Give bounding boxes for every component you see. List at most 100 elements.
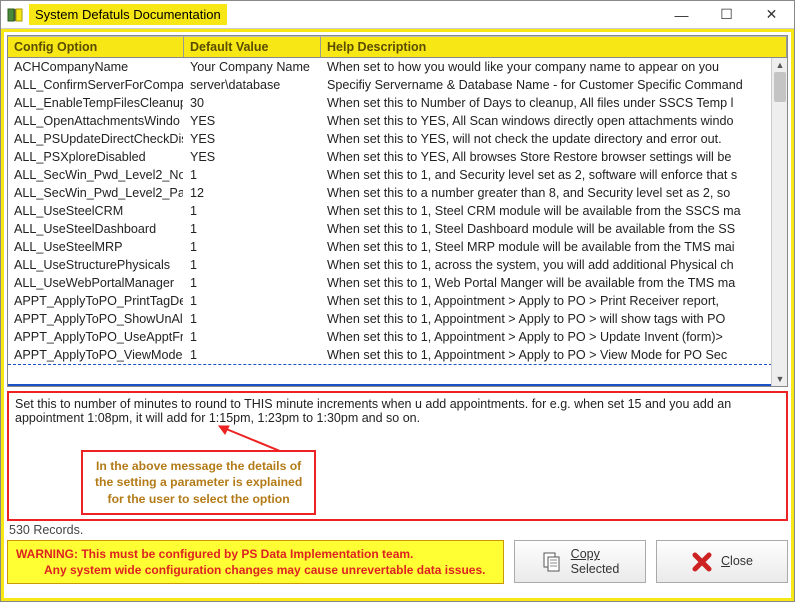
- cell: ALL_ConfirmServerForCompa: [8, 76, 184, 94]
- content-area: Config Option Default Value Help Descrip…: [1, 29, 794, 601]
- cell: ALL_UseStructurePhysicals: [8, 256, 184, 274]
- cell: YES: [184, 148, 321, 166]
- cell: 1: [184, 220, 321, 238]
- column-header-config[interactable]: Config Option: [8, 36, 184, 57]
- scroll-up-icon[interactable]: ▲: [772, 58, 788, 72]
- table-row[interactable]: ALL_UseSteelDashboard1When set this to 1…: [8, 220, 787, 238]
- copy-icon: [541, 551, 563, 573]
- warning-box: WARNING: This must be configured by PS D…: [7, 540, 504, 584]
- cell: When set this to 1, Appointment > Apply …: [321, 328, 787, 346]
- table-row[interactable]: APPT_ApplyToPO_PrintTagDe1When set this …: [8, 292, 787, 310]
- cell: When set this to 1, and Security level s…: [321, 166, 787, 184]
- cell: APPT_ApplyToPO_ViewMode: [8, 346, 184, 364]
- minimize-button[interactable]: —: [659, 1, 704, 29]
- copy-selected-button[interactable]: Copy Selected: [514, 540, 646, 583]
- cell: 12: [184, 184, 321, 202]
- warning-line2: Any system wide configuration changes ma…: [16, 562, 495, 578]
- cell: ALL_OpenAttachmentsWindo: [8, 112, 184, 130]
- annotation-line1: In the above message the details of: [95, 458, 302, 474]
- annotation-line2: the setting a parameter is explained: [95, 474, 302, 490]
- close-label: Close: [721, 554, 753, 568]
- cell: ALL_UseSteelDashboard: [8, 220, 184, 238]
- detail-text: Set this to number of minutes to round t…: [15, 397, 731, 425]
- table-row[interactable]: APPT_AppointmentTimeRoui15Set this to nu…: [8, 384, 787, 387]
- cell: When set this to 1, Web Portal Manger wi…: [321, 274, 787, 292]
- cell: When set this to YES, All Scan windows d…: [321, 112, 787, 130]
- table-row[interactable]: ACHCompanyNameYour Company NameWhen set …: [8, 58, 787, 76]
- cell: 1: [184, 310, 321, 328]
- cell: ALL_UseSteelMRP: [8, 238, 184, 256]
- cell: ALL_SecWin_Pwd_Level2_Pass: [8, 184, 184, 202]
- scroll-down-icon[interactable]: ▼: [772, 372, 788, 386]
- cell: YES: [184, 112, 321, 130]
- column-header-help[interactable]: Help Description: [321, 36, 787, 57]
- cell: Specifiy Servername & Database Name - fo…: [321, 76, 787, 94]
- cell: ALL_PSXploreDisabled: [8, 148, 184, 166]
- cell: 1: [184, 346, 321, 364]
- cell: ALL_SecWin_Pwd_Level2_No_: [8, 166, 184, 184]
- close-button[interactable]: Close: [656, 540, 788, 583]
- cell: When set this to YES, will not check the…: [321, 130, 787, 148]
- table-row[interactable]: ALL_SecWin_Pwd_Level2_Pass12When set thi…: [8, 184, 787, 202]
- cell: 1: [184, 274, 321, 292]
- table-row[interactable]: ALL_UseSteelCRM1When set this to 1, Stee…: [8, 202, 787, 220]
- cell: Set this to number of minutes to round t…: [321, 384, 787, 387]
- cell: server\database: [184, 76, 321, 94]
- table-row[interactable]: APPT_ApplyToPO_UseApptFr1When set this t…: [8, 328, 787, 346]
- status-bar: 530 Records.: [7, 521, 788, 537]
- close-window-button[interactable]: ✕: [749, 1, 794, 29]
- cell: APPT_ApplyToPO_ShowUnAl: [8, 310, 184, 328]
- cell: 1: [184, 328, 321, 346]
- cell: 1: [184, 256, 321, 274]
- maximize-button[interactable]: ☐: [704, 1, 749, 29]
- cell: When set this to YES, All browses Store …: [321, 148, 787, 166]
- cell: When set this to 1, Appointment > Apply …: [321, 310, 787, 328]
- table-row[interactable]: ALL_UseSteelMRP1When set this to 1, Stee…: [8, 238, 787, 256]
- grid-scrollbar[interactable]: ▲ ▼: [771, 58, 787, 386]
- table-row[interactable]: ALL_UseStructurePhysicals1When set this …: [8, 256, 787, 274]
- cell: APPT_ApplyToPO_UseApptFr: [8, 328, 184, 346]
- cell: ALL_PSUpdateDirectCheckDis: [8, 130, 184, 148]
- cell: Your Company Name: [184, 58, 321, 76]
- config-grid: Config Option Default Value Help Descrip…: [7, 35, 788, 387]
- cell: 1: [184, 166, 321, 184]
- cell: ACHCompanyName: [8, 58, 184, 76]
- cell: When set this to a number greater than 8…: [321, 184, 787, 202]
- table-row[interactable]: ALL_SecWin_Pwd_Level2_No_1When set this …: [8, 166, 787, 184]
- cell: When set this to Number of Days to clean…: [321, 94, 787, 112]
- cell: 1: [184, 238, 321, 256]
- cell: When set this to 1, Steel CRM module wil…: [321, 202, 787, 220]
- table-row[interactable]: ALL_UseWebPortalManager1When set this to…: [8, 274, 787, 292]
- scroll-thumb[interactable]: [774, 72, 786, 102]
- table-row[interactable]: ALL_PSUpdateDirectCheckDisYESWhen set th…: [8, 130, 787, 148]
- cell: 30: [184, 94, 321, 112]
- cell: When set this to 1, across the system, y…: [321, 256, 787, 274]
- cell: YES: [184, 130, 321, 148]
- close-icon: [691, 551, 713, 573]
- cell: ALL_UseWebPortalManager: [8, 274, 184, 292]
- table-row[interactable]: ALL_EnableTempFilesCleanup30When set thi…: [8, 94, 787, 112]
- cell: When set this to 1, Appointment > Apply …: [321, 346, 787, 364]
- footer: WARNING: This must be configured by PS D…: [7, 540, 788, 584]
- warning-line1: WARNING: This must be configured by PS D…: [16, 546, 495, 562]
- titlebar: System Defatuls Documentation — ☐ ✕: [1, 1, 794, 29]
- grid-body[interactable]: ACHCompanyNameYour Company NameWhen set …: [8, 58, 787, 387]
- table-row[interactable]: ALL_ConfirmServerForCompaserver\database…: [8, 76, 787, 94]
- cell: ALL_EnableTempFilesCleanup: [8, 94, 184, 112]
- copy-selected-label: Copy Selected: [571, 547, 620, 576]
- cell: When set this to 1, Appointment > Apply …: [321, 292, 787, 310]
- detail-panel: Set this to number of minutes to round t…: [7, 391, 788, 521]
- table-row[interactable]: APPT_ApplyToPO_ShowUnAl1When set this to…: [8, 310, 787, 328]
- grid-header: Config Option Default Value Help Descrip…: [8, 36, 787, 58]
- cell: When set this to 1, Steel MRP module wil…: [321, 238, 787, 256]
- table-row[interactable]: ALL_PSXploreDisabledYESWhen set this to …: [8, 148, 787, 166]
- cell: ALL_UseSteelCRM: [8, 202, 184, 220]
- cell: When set to how you would like your comp…: [321, 58, 787, 76]
- window-title: System Defatuls Documentation: [29, 4, 227, 25]
- table-row[interactable]: APPT_ApplyToPO_ViewMode1When set this to…: [8, 346, 787, 364]
- table-row[interactable]: ALL_OpenAttachmentsWindoYESWhen set this…: [8, 112, 787, 130]
- column-header-default[interactable]: Default Value: [184, 36, 321, 57]
- cell: 1: [184, 202, 321, 220]
- cell: When set this to 1, Steel Dashboard modu…: [321, 220, 787, 238]
- cell: APPT_ApplyToPO_PrintTagDe: [8, 292, 184, 310]
